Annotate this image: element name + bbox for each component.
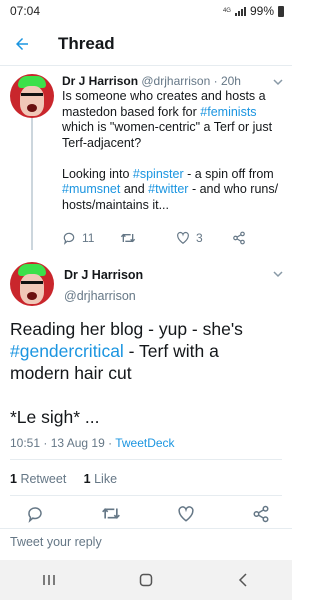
- heart-icon: [178, 505, 194, 522]
- tweet-text-part: *Le sigh* ...: [10, 407, 100, 427]
- tweet-actions: 11 3: [62, 230, 262, 246]
- tweet-time: 20h: [220, 74, 241, 88]
- thread-connector-line: [31, 118, 33, 250]
- arrow-left-icon: [16, 37, 28, 50]
- like-label: Like: [94, 472, 118, 486]
- avatar[interactable]: [10, 262, 54, 306]
- heart-icon: [177, 231, 189, 244]
- hashtag-link[interactable]: #gendercritical: [10, 341, 124, 361]
- timestamp-text: 10:51 · 13 Aug 19 ·: [10, 436, 116, 450]
- reply-icon: [28, 506, 42, 523]
- reply-button[interactable]: 11: [62, 231, 120, 245]
- retweet-button[interactable]: [101, 505, 121, 527]
- tweet-text-part: - a spin off from: [183, 166, 274, 181]
- tweet-text-part: Looking into: [62, 166, 133, 181]
- engagement-stats: 1 Retweet 1 Like: [10, 472, 117, 486]
- home-icon: [139, 573, 153, 587]
- chevron-down-icon[interactable]: [272, 76, 284, 88]
- hashtag-link[interactable]: #mumsnet: [62, 182, 120, 196]
- system-back-button[interactable]: [223, 560, 263, 600]
- hashtag-link[interactable]: #spinster: [133, 167, 184, 181]
- likes-stat[interactable]: 1 Like: [84, 472, 117, 486]
- share-icon: [233, 231, 245, 245]
- avatar[interactable]: [10, 74, 54, 118]
- recent-apps-button[interactable]: [29, 560, 69, 600]
- retweets-stat[interactable]: 1 Retweet: [10, 472, 66, 486]
- signal-icon: [234, 6, 246, 16]
- retweet-icon: [120, 233, 136, 243]
- reply-count: 11: [82, 231, 95, 245]
- battery-icon: [278, 5, 284, 17]
- retweet-icon: [101, 508, 120, 519]
- page-title: Thread: [58, 33, 115, 53]
- divider: [10, 459, 282, 460]
- retweet-button[interactable]: [120, 231, 176, 245]
- app-bar: Thread: [0, 22, 292, 66]
- author-handle[interactable]: @drjharrison: [64, 289, 136, 303]
- recent-apps-icon: [42, 575, 55, 585]
- network-type: 4G: [222, 8, 231, 14]
- back-button[interactable]: [0, 22, 44, 66]
- like-count: 3: [196, 231, 203, 245]
- reply-icon: [63, 232, 75, 245]
- reply-button[interactable]: [26, 505, 44, 528]
- retweet-label: Retweet: [20, 472, 67, 486]
- tweet-text-part: Reading her blog - yup - she's: [10, 319, 243, 339]
- chevron-left-icon: [239, 573, 247, 587]
- tweet-header: Dr J Harrison @drjharrison · 20h: [62, 74, 241, 88]
- like-button[interactable]: [177, 505, 195, 528]
- like-button[interactable]: 3: [176, 231, 232, 245]
- like-count: 1: [83, 472, 91, 486]
- author-handle[interactable]: @drjharrison: [141, 74, 210, 88]
- hashtag-link[interactable]: #twitter: [148, 182, 188, 196]
- client-link[interactable]: TweetDeck: [115, 436, 174, 450]
- share-icon: [253, 505, 269, 522]
- status-time: 07:04: [10, 4, 41, 18]
- reply-input[interactable]: Tweet your reply: [10, 535, 102, 549]
- focused-tweet-actions: [26, 505, 270, 528]
- hashtag-link[interactable]: #feminists: [200, 105, 256, 119]
- status-icons: 4G 99%: [223, 4, 284, 18]
- battery-percent: 99%: [249, 4, 274, 18]
- system-nav-bar: [0, 560, 292, 600]
- retweet-count: 1: [10, 472, 17, 486]
- tweet-text-part: which is "women-centric" a Terf or just …: [62, 120, 273, 150]
- tweet-timestamp: 10:51 · 13 Aug 19 · TweetDeck: [10, 436, 175, 450]
- meta-separator: ·: [213, 74, 218, 88]
- divider: [10, 495, 282, 496]
- focused-tweet-text: Reading her blog - yup - she's #gendercr…: [10, 318, 280, 428]
- home-button[interactable]: [126, 560, 166, 600]
- tweet-text: Is someone who creates and hosts a maste…: [62, 89, 282, 213]
- share-button[interactable]: [232, 231, 246, 245]
- status-bar: 07:04 4G 99%: [0, 0, 292, 22]
- author-name[interactable]: Dr J Harrison: [64, 268, 143, 282]
- author-name[interactable]: Dr J Harrison: [62, 74, 138, 88]
- chevron-down-icon[interactable]: [272, 268, 284, 280]
- tweet-text-part: and: [120, 182, 149, 196]
- share-button[interactable]: [252, 505, 270, 528]
